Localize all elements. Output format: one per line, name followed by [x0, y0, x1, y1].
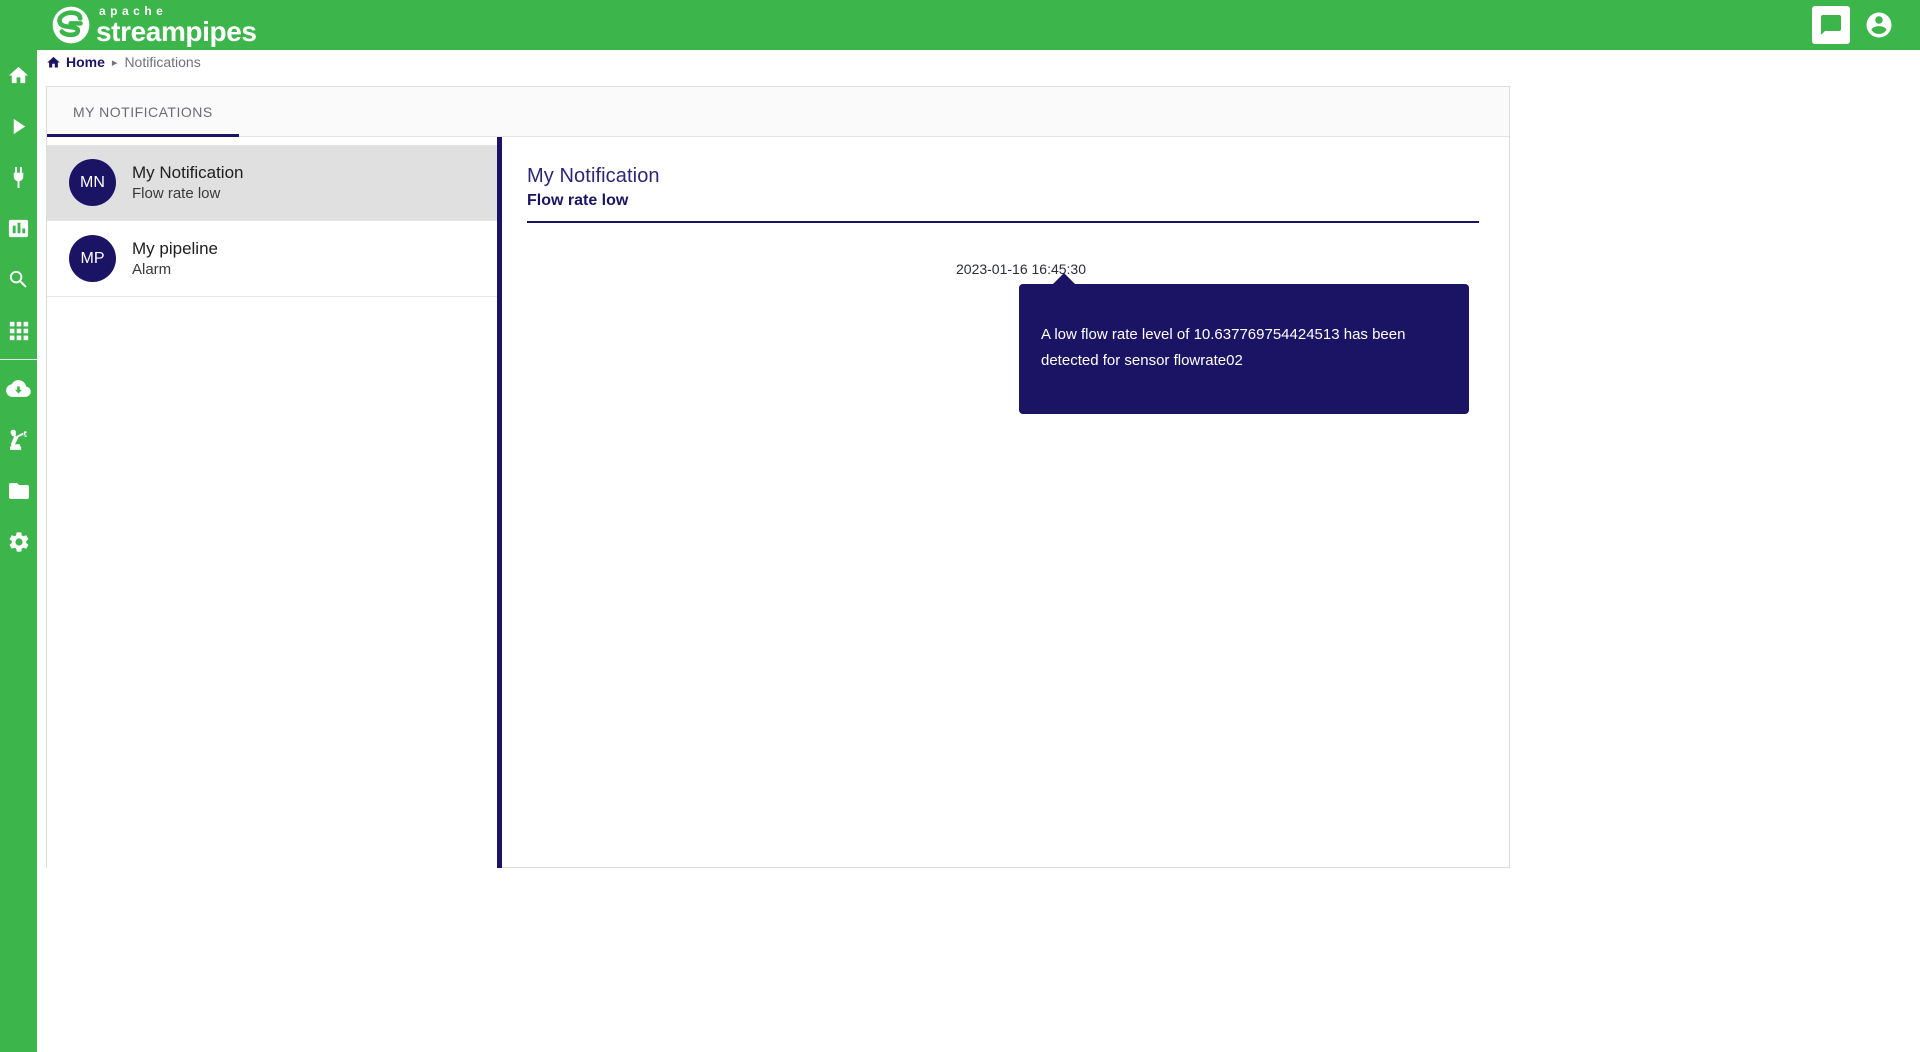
sidebar — [0, 50, 37, 1052]
sidebar-item-assets[interactable] — [0, 414, 37, 465]
robot-arm-icon — [7, 428, 30, 451]
notifications-card: MY NOTIFICATIONS MN My Notification Flow… — [46, 86, 1510, 868]
messages-button[interactable] — [1812, 6, 1850, 44]
account-button[interactable] — [1860, 6, 1898, 44]
detail-title: My Notification — [527, 165, 1479, 188]
app-logo[interactable]: apache streampipes — [50, 0, 257, 50]
top-bar-actions — [1812, 6, 1898, 44]
apps-grid-icon — [8, 320, 30, 342]
sidebar-item-configuration[interactable] — [0, 516, 37, 567]
list-item-title: My Notification — [132, 163, 243, 183]
sidebar-item-files[interactable] — [0, 465, 37, 516]
detail-subtitle: Flow rate low — [527, 192, 1479, 210]
detail-divider — [527, 221, 1479, 223]
account-circle-icon — [1864, 10, 1894, 40]
breadcrumb-separator-icon: ▸ — [112, 56, 118, 69]
message-row: 2023-01-16 16:45:30 A low flow rate leve… — [527, 261, 1479, 414]
breadcrumb-home[interactable]: Home — [46, 54, 105, 70]
breadcrumb-current: Notifications — [124, 54, 200, 70]
content-area: Home ▸ Notifications MY NOTIFICATIONS MN… — [37, 50, 1920, 1052]
sidebar-item-connect[interactable] — [0, 152, 37, 203]
plug-icon — [7, 166, 30, 189]
sidebar-item-home[interactable] — [0, 50, 37, 101]
home-icon — [46, 55, 61, 70]
folder-icon — [7, 479, 31, 503]
play-icon — [7, 115, 30, 138]
streampipes-logo-icon — [50, 4, 92, 46]
top-bar: apache streampipes — [0, 0, 1920, 50]
breadcrumb: Home ▸ Notifications — [37, 50, 1920, 74]
breadcrumb-home-label: Home — [66, 54, 105, 70]
message-bubble-wrapper: A low flow rate level of 10.637769754424… — [1019, 284, 1469, 414]
sidebar-divider — [0, 359, 37, 360]
sidebar-item-install[interactable] — [0, 363, 37, 414]
logo-apache-label: apache — [99, 5, 257, 17]
list-item-subtitle: Alarm — [132, 261, 218, 278]
message-bubble: A low flow rate level of 10.637769754424… — [1019, 284, 1469, 414]
sidebar-item-data-explorer[interactable] — [0, 254, 37, 305]
tab-label: MY NOTIFICATIONS — [73, 104, 213, 120]
bar-chart-icon — [7, 217, 30, 240]
notification-detail: My Notification Flow rate low 2023-01-16… — [502, 137, 1509, 868]
cloud-download-icon — [6, 376, 31, 401]
list-item-title: My pipeline — [132, 239, 218, 259]
logo-product-label: streampipes — [96, 18, 257, 46]
avatar: MP — [69, 235, 116, 282]
chat-bubble-icon — [1819, 13, 1843, 37]
tab-strip: MY NOTIFICATIONS — [47, 87, 1509, 137]
list-item-subtitle: Flow rate low — [132, 185, 243, 202]
sidebar-item-pipelines[interactable] — [0, 101, 37, 152]
search-icon — [7, 268, 30, 291]
list-item[interactable]: MN My Notification Flow rate low — [47, 145, 497, 220]
bubble-tail-icon — [1052, 273, 1076, 285]
list-divider — [47, 296, 497, 297]
panes: MN My Notification Flow rate low MP My p… — [47, 137, 1509, 868]
sidebar-item-apps[interactable] — [0, 305, 37, 356]
notification-list: MN My Notification Flow rate low MP My p… — [47, 137, 502, 868]
app-root: apache streampipes — [0, 0, 1920, 1052]
avatar: MN — [69, 159, 116, 206]
tab-my-notifications[interactable]: MY NOTIFICATIONS — [47, 87, 239, 136]
home-icon — [7, 64, 30, 87]
gear-icon — [7, 530, 31, 554]
sidebar-item-dashboard[interactable] — [0, 203, 37, 254]
list-item[interactable]: MP My pipeline Alarm — [47, 221, 497, 296]
